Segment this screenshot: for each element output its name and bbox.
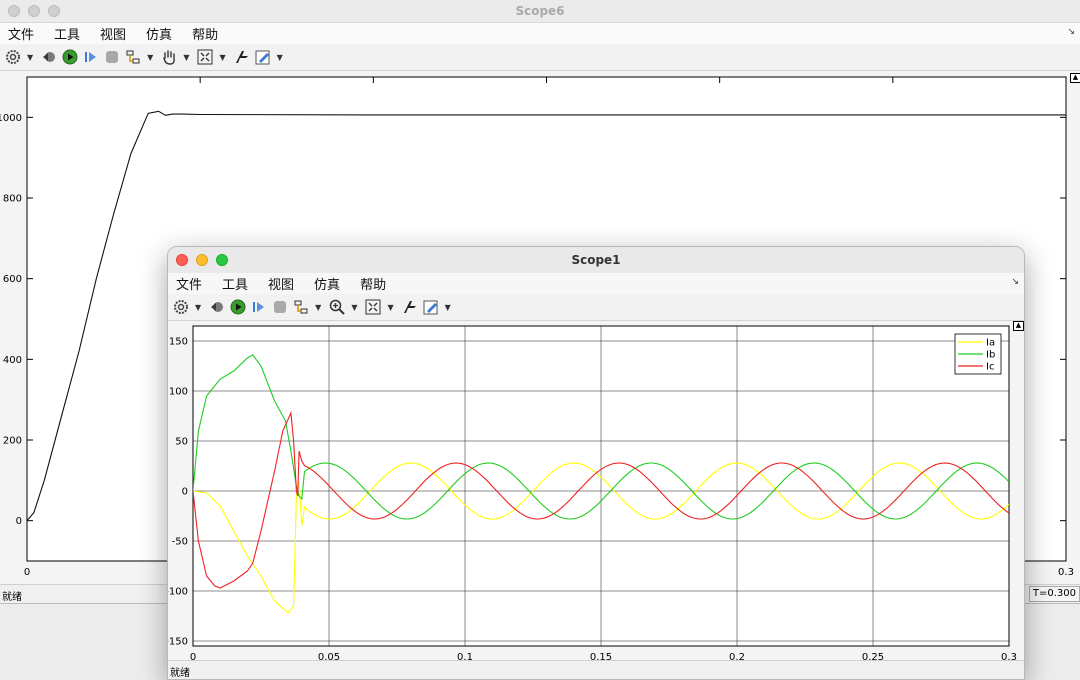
style-pen-icon[interactable] bbox=[422, 297, 440, 317]
step-forward-icon[interactable] bbox=[250, 297, 268, 317]
step-back-icon[interactable] bbox=[208, 297, 226, 317]
menu-view[interactable]: 视图 bbox=[100, 24, 126, 43]
zoom-in-icon[interactable] bbox=[328, 297, 346, 317]
step-forward-icon[interactable] bbox=[82, 47, 100, 67]
highlight-block-icon[interactable] bbox=[124, 47, 142, 67]
scope1-toolbar: ▼ ▼ ▼ ▼ ▼ bbox=[168, 294, 1024, 321]
chevron-down-icon[interactable]: ▼ bbox=[445, 303, 451, 312]
y-tick-label: 100 bbox=[169, 387, 188, 398]
settings-gear-icon[interactable] bbox=[4, 47, 22, 67]
scope6-titlebar[interactable]: Scope6 bbox=[0, 0, 1080, 23]
y-tick-label: 1000 bbox=[0, 113, 22, 124]
chevron-down-icon[interactable]: ▼ bbox=[27, 53, 33, 62]
run-play-icon[interactable] bbox=[61, 47, 79, 67]
menu-help[interactable]: 帮助 bbox=[192, 24, 218, 43]
minimize-button[interactable] bbox=[196, 254, 208, 266]
scope6-window-controls bbox=[8, 0, 60, 22]
y-tick-label: 600 bbox=[3, 274, 22, 285]
highlight-block-icon[interactable] bbox=[292, 297, 310, 317]
close-button[interactable] bbox=[8, 5, 20, 17]
x-tick-label: 0.3 bbox=[1058, 567, 1074, 578]
scope1-statusbar: 就绪 bbox=[168, 660, 1024, 679]
chevron-down-icon[interactable]: ▼ bbox=[277, 53, 283, 62]
y-tick-label: -100 bbox=[168, 587, 188, 598]
menu-file[interactable]: 文件 bbox=[176, 274, 202, 293]
menu-tools[interactable]: 工具 bbox=[54, 24, 80, 43]
settings-gear-icon[interactable] bbox=[172, 297, 190, 317]
menu-simulation[interactable]: 仿真 bbox=[314, 274, 340, 293]
style-pen-icon[interactable] bbox=[254, 47, 272, 67]
run-play-icon[interactable] bbox=[229, 297, 247, 317]
y-tick-label: 400 bbox=[3, 355, 22, 366]
chevron-down-icon[interactable]: ▼ bbox=[351, 303, 357, 312]
status-text: 就绪 bbox=[2, 592, 22, 603]
y-tick-label: -50 bbox=[172, 537, 188, 548]
zoom-button[interactable] bbox=[216, 254, 228, 266]
y-tick-label: 50 bbox=[175, 437, 188, 448]
menu-help[interactable]: 帮助 bbox=[360, 274, 386, 293]
scope6-menubar: 文件 工具 视图 仿真 帮助 ↘ bbox=[0, 23, 1080, 44]
y-tick-label: 0 bbox=[182, 487, 188, 498]
step-back-icon[interactable] bbox=[40, 47, 58, 67]
menu-file[interactable]: 文件 bbox=[8, 24, 34, 43]
pan-hand-icon[interactable] bbox=[160, 47, 178, 67]
chevron-down-icon[interactable]: ▼ bbox=[219, 53, 225, 62]
legend-label: Ia bbox=[986, 338, 995, 349]
scope1-title: Scope1 bbox=[571, 253, 621, 267]
menu-view[interactable]: 视图 bbox=[268, 274, 294, 293]
status-text: 就绪 bbox=[170, 668, 190, 679]
scope6-toolbar: ▼ ▼ ▼ ▼ ▼ bbox=[0, 44, 1080, 71]
menu-tools[interactable]: 工具 bbox=[222, 274, 248, 293]
zoom-to-fit-icon[interactable] bbox=[364, 297, 382, 317]
chevron-down-icon[interactable]: ▼ bbox=[195, 303, 201, 312]
undock-arrow-icon[interactable]: ↘ bbox=[1067, 27, 1075, 37]
data-cursor-icon[interactable] bbox=[401, 297, 419, 317]
scope1-window-controls bbox=[176, 247, 228, 273]
x-tick-label: 0 bbox=[24, 567, 30, 578]
pin-axes-icon[interactable]: ▲ bbox=[1013, 321, 1024, 331]
chevron-down-icon[interactable]: ▼ bbox=[387, 303, 393, 312]
scope1-titlebar[interactable]: Scope1 bbox=[168, 247, 1024, 273]
pin-axes-icon[interactable]: ▲ bbox=[1070, 73, 1080, 83]
chevron-down-icon[interactable]: ▼ bbox=[183, 53, 189, 62]
minimize-button[interactable] bbox=[28, 5, 40, 17]
y-tick-label: 200 bbox=[3, 436, 22, 447]
undock-arrow-icon[interactable]: ↘ bbox=[1011, 277, 1019, 287]
scope1-menubar: 文件 工具 视图 仿真 帮助 ↘ bbox=[168, 273, 1024, 294]
time-readout: T=0.300 bbox=[1028, 586, 1080, 602]
scope1-plot[interactable]: 00.050.10.150.20.250.3-150-100-500501001… bbox=[168, 320, 1025, 664]
data-cursor-icon[interactable] bbox=[233, 47, 251, 67]
stop-icon[interactable] bbox=[103, 47, 121, 67]
y-tick-label: 800 bbox=[3, 194, 22, 205]
chevron-down-icon[interactable]: ▼ bbox=[147, 53, 153, 62]
y-tick-label: 150 bbox=[169, 337, 188, 348]
y-tick-label: -150 bbox=[168, 637, 188, 648]
y-tick-label: 0 bbox=[16, 516, 22, 527]
legend-label: Ib bbox=[986, 350, 995, 361]
scope1-window: Scope1 文件 工具 视图 仿真 帮助 ↘ ▼ ▼ ▼ ▼ ▼ 0 0.05 0… bbox=[167, 246, 1025, 680]
zoom-to-fit-icon[interactable] bbox=[196, 47, 214, 67]
chevron-down-icon[interactable]: ▼ bbox=[315, 303, 321, 312]
close-button[interactable] bbox=[176, 254, 188, 266]
zoom-button[interactable] bbox=[48, 5, 60, 17]
legend-label: Ic bbox=[986, 362, 994, 373]
scope6-title: Scope6 bbox=[515, 4, 565, 18]
stop-icon[interactable] bbox=[271, 297, 289, 317]
menu-simulation[interactable]: 仿真 bbox=[146, 24, 172, 43]
